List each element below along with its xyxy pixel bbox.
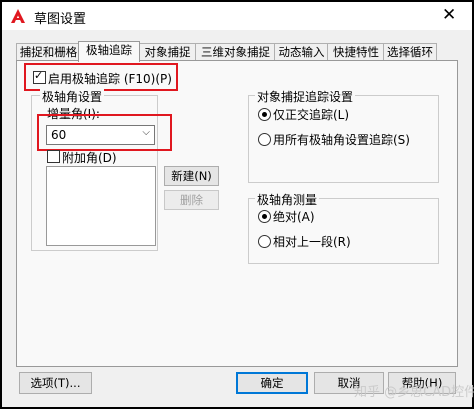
absolute-label[interactable]: 绝对(A)	[273, 208, 315, 225]
osnap-tracking-group-title: 对象捕捉追踪设置	[255, 88, 356, 105]
tab-object-snap[interactable]: 对象捕捉	[138, 43, 197, 61]
highlight-box-enable	[24, 63, 178, 91]
watermark-text: 知乎 @乡思CAD控件	[354, 385, 474, 400]
close-icon[interactable]: ✕	[442, 5, 456, 25]
additional-angles-label[interactable]: 附加角(D)	[62, 149, 117, 166]
orthogonal-only-label[interactable]: 仅正交追踪(L)	[273, 106, 349, 123]
new-angle-button[interactable]: 新建(N)	[164, 166, 219, 186]
polar-angle-group-title: 极轴角设置	[40, 88, 105, 105]
tab-dynamic-input[interactable]: 动态输入	[274, 43, 329, 61]
absolute-radio[interactable]	[258, 210, 271, 223]
all-polar-settings-radio[interactable]	[258, 133, 271, 146]
tab-3d-object-snap[interactable]: 三维对象捕捉	[195, 43, 276, 61]
delete-angle-button[interactable]: 删除	[164, 190, 219, 210]
orthogonal-only-radio[interactable]	[258, 108, 271, 121]
window-title: 草图设置	[34, 12, 87, 27]
additional-angles-list[interactable]	[46, 166, 156, 246]
options-button[interactable]: 选项(T)...	[19, 372, 92, 394]
title-bar[interactable]: 草图设置 ✕	[2, 2, 472, 30]
tab-selection-cycling[interactable]: 选择循环	[383, 43, 437, 61]
relative-last-segment-label[interactable]: 相对上一段(R)	[273, 233, 351, 250]
polar-measure-group-title: 极轴角测量	[255, 191, 320, 208]
ok-button[interactable]: 确定	[236, 372, 308, 394]
autocad-logo-icon	[11, 9, 25, 23]
tab-quick-properties[interactable]: 快捷特性	[327, 43, 385, 61]
highlight-box-increment	[37, 114, 172, 151]
tab-polar-tracking[interactable]: 极轴追踪	[78, 41, 140, 62]
relative-last-segment-radio[interactable]	[258, 235, 271, 248]
additional-angles-checkbox[interactable]	[47, 150, 60, 163]
all-polar-settings-label[interactable]: 用所有极轴角设置追踪(S)	[273, 131, 410, 148]
tab-strip: 捕捉和栅格 极轴追踪 对象捕捉 三维对象捕捉 动态输入 快捷特性 选择循环	[16, 41, 456, 62]
tab-snap-grid[interactable]: 捕捉和栅格	[16, 43, 81, 61]
dialog-window: 草图设置 ✕ 捕捉和栅格 极轴追踪 对象捕捉 三维对象捕捉 动态输入 快捷特性 …	[2, 2, 474, 407]
